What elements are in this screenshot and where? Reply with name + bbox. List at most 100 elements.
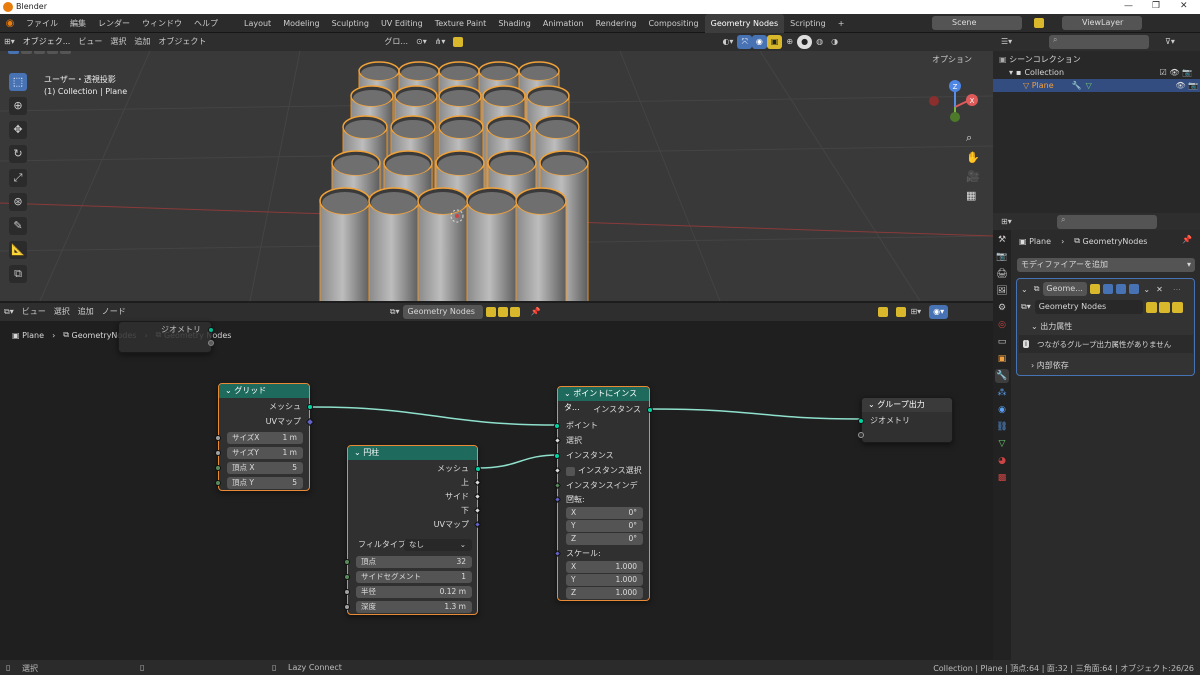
scale-y-field[interactable]: Y 1.000	[566, 574, 643, 586]
cylinder-node[interactable]: ⌄ 円柱 メッシュ 上 サイド 下 UVマップ フィルタイプ なし ⌄ 頂点 32 …	[344, 445, 482, 615]
menu-help[interactable]: ヘルプ	[188, 14, 224, 33]
group-output-header[interactable]: ⌄ グループ出力	[862, 398, 952, 412]
tab-geometry-nodes[interactable]: Geometry Nodes	[704, 13, 785, 33]
cylinder-vertices-field[interactable]: 頂点 32	[356, 556, 472, 568]
texture-tab-icon[interactable]: ▩	[995, 471, 1009, 485]
tab-animation[interactable]: Animation	[537, 14, 590, 33]
cylinder-instance[interactable]	[368, 187, 420, 301]
pin-icon[interactable]: 📌	[1182, 235, 1192, 244]
object-tab-icon[interactable]: ▣	[995, 352, 1009, 366]
tab-layout[interactable]: Layout	[238, 14, 277, 33]
cylinder-instance[interactable]	[515, 187, 567, 301]
node-overlay-icon[interactable]: ◉▾	[929, 305, 949, 319]
properties-search[interactable]: ⌕	[1057, 215, 1157, 229]
move-tool-icon[interactable]: ✥	[9, 121, 27, 139]
modifier-name-field[interactable]: Geome...	[1043, 282, 1088, 296]
node-new-icon[interactable]	[498, 307, 509, 317]
select-extend-icon[interactable]	[21, 51, 32, 54]
add-cube-tool-icon[interactable]: ⧉	[9, 265, 27, 283]
options-dropdown[interactable]: オプション	[932, 54, 972, 65]
zoom-icon[interactable]: ⌕	[966, 131, 980, 145]
cylinder-depth-field[interactable]: 深度 1.3 m	[356, 601, 472, 613]
cylinder-fill-type-dropdown[interactable]: なし ⌄	[404, 539, 472, 551]
plane-visibility-icon[interactable]: 👁 📷	[1175, 81, 1198, 90]
group-output-node[interactable]: ⌄ グループ出力 ジオメトリ	[858, 397, 953, 443]
instance-node-header[interactable]: ⌄ ポイントにインスタ...	[558, 387, 649, 412]
node-fake-user-icon[interactable]	[486, 307, 497, 317]
cursor-tool-icon[interactable]: ⊕	[9, 97, 27, 115]
editor-type-icon[interactable]: ⊞▾	[0, 35, 19, 49]
instance-input-socket[interactable]	[554, 453, 560, 459]
link-cylinder-to-instance[interactable]	[477, 454, 559, 469]
outliner-scene-collection[interactable]: ▣ シーンコレクション	[999, 53, 1081, 65]
instance-on-points-node[interactable]: ⌄ ポイントにインスタ... インスタンス ポイント 選択 インスタンス インス…	[553, 386, 653, 601]
node-menu-view[interactable]: ビュー	[18, 305, 50, 319]
render-toggle-icon[interactable]	[1129, 284, 1140, 294]
tab-scripting[interactable]: Scripting	[784, 14, 832, 33]
overlay-icon[interactable]: ◉	[751, 35, 767, 49]
rotation-z-field[interactable]: Z 0°	[566, 533, 643, 545]
maximize-button[interactable]: ❐	[1152, 1, 1160, 11]
outliner-search[interactable]: ⌕	[1049, 35, 1149, 49]
collection-tab-icon[interactable]: ▭	[995, 335, 1009, 349]
tab-shading[interactable]: Shading	[492, 14, 537, 33]
shading-render-icon[interactable]: ◑	[827, 35, 842, 49]
grid-size-y-socket[interactable]	[215, 450, 221, 456]
node-unlink-icon[interactable]	[510, 307, 521, 317]
camera-icon[interactable]: 🎥	[966, 170, 980, 183]
output-tab-icon[interactable]: 🖨	[995, 267, 1009, 281]
cylinder-vertices-socket[interactable]	[344, 559, 350, 565]
visibility-icon[interactable]: ◐▾	[718, 35, 737, 49]
scene-tab-icon[interactable]: ⚙	[995, 301, 1009, 315]
viewport-toggle-icon[interactable]	[1116, 284, 1127, 294]
blender-menu-icon[interactable]: ◉	[0, 18, 20, 29]
grid-node[interactable]: ⌄ グリッド メッシュ UVマップ サイズX 1 m サイズY 1 m 頂点 X5 …	[215, 383, 315, 491]
pick-instance-checkbox[interactable]	[566, 466, 575, 476]
properties-editor-icon[interactable]: ⊞▾	[997, 215, 1016, 229]
cylinder-instances[interactable]	[319, 61, 589, 301]
menu-edit[interactable]: 編集	[64, 14, 92, 33]
instances-output-socket[interactable]	[647, 407, 653, 413]
rotation-y-field[interactable]: Y 0°	[566, 520, 643, 532]
node-tree-icon[interactable]: ⧉▾	[1021, 302, 1031, 312]
grid-vertices-y-field[interactable]: 頂点 Y5	[227, 477, 303, 489]
output-attributes-subpanel[interactable]: ⌄ 出力属性	[1031, 321, 1072, 332]
node-editor-type-icon[interactable]: ⧉▾	[0, 305, 18, 319]
measure-tool-icon[interactable]: 📐	[9, 241, 27, 259]
pivot-icon[interactable]: ⊙▾	[412, 35, 431, 49]
annotate-tool-icon[interactable]: ✎	[9, 217, 27, 235]
cylinder-node-header[interactable]: ⌄ 円柱	[348, 446, 477, 460]
node-tree-browse-icon[interactable]: ⧉▾	[386, 305, 404, 319]
filter-icon[interactable]: ⊽▾	[1161, 35, 1179, 49]
tab-sculpting[interactable]: Sculpting	[326, 14, 375, 33]
menu-render[interactable]: レンダー	[92, 14, 136, 33]
world-tab-icon[interactable]: ◎	[995, 318, 1009, 332]
grid-vertices-x-field[interactable]: 頂点 X5	[227, 462, 303, 474]
rotation-x-field[interactable]: X 0°	[566, 507, 643, 519]
grid-mesh-socket[interactable]	[307, 404, 313, 410]
node-menu-node[interactable]: ノード	[98, 305, 130, 319]
physics-tab-icon[interactable]: ◉	[995, 403, 1009, 417]
cylinder-radius-socket[interactable]	[344, 589, 350, 595]
cylinder-instance[interactable]	[417, 187, 469, 301]
fake-user-icon[interactable]	[1145, 301, 1157, 313]
shading-solid-icon[interactable]: ●	[797, 35, 813, 49]
render-tab-icon[interactable]: 📷	[995, 250, 1009, 264]
scale-x-field[interactable]: X 1.000	[566, 561, 643, 573]
edit-mode-toggle-icon[interactable]	[1090, 284, 1101, 294]
select-subtract-icon[interactable]	[34, 51, 45, 54]
select-box-tool-icon[interactable]: ⬚	[9, 73, 27, 91]
node-editor-canvas[interactable]: ▣ Plane ›⧉ GeometryNodes ›⧉ Geometry Nod…	[0, 321, 993, 660]
proportional-icon[interactable]	[453, 37, 464, 47]
cylinder-instance[interactable]	[466, 187, 518, 301]
menu-select[interactable]: 選択	[106, 35, 130, 49]
material-tab-icon[interactable]: ◕	[995, 454, 1009, 468]
new-group-icon[interactable]	[1158, 301, 1170, 313]
visibility-eye-icon[interactable]: ☑ 👁 📷	[1160, 68, 1192, 77]
rotate-tool-icon[interactable]: ↻	[9, 145, 27, 163]
group-output-empty-socket[interactable]	[858, 432, 864, 438]
tab-uv-editing[interactable]: UV Editing	[375, 14, 429, 33]
close-button[interactable]: ✕	[1180, 1, 1188, 11]
snap-icon[interactable]: ⋔▾	[431, 35, 450, 49]
node-parent-icon[interactable]	[878, 307, 889, 317]
